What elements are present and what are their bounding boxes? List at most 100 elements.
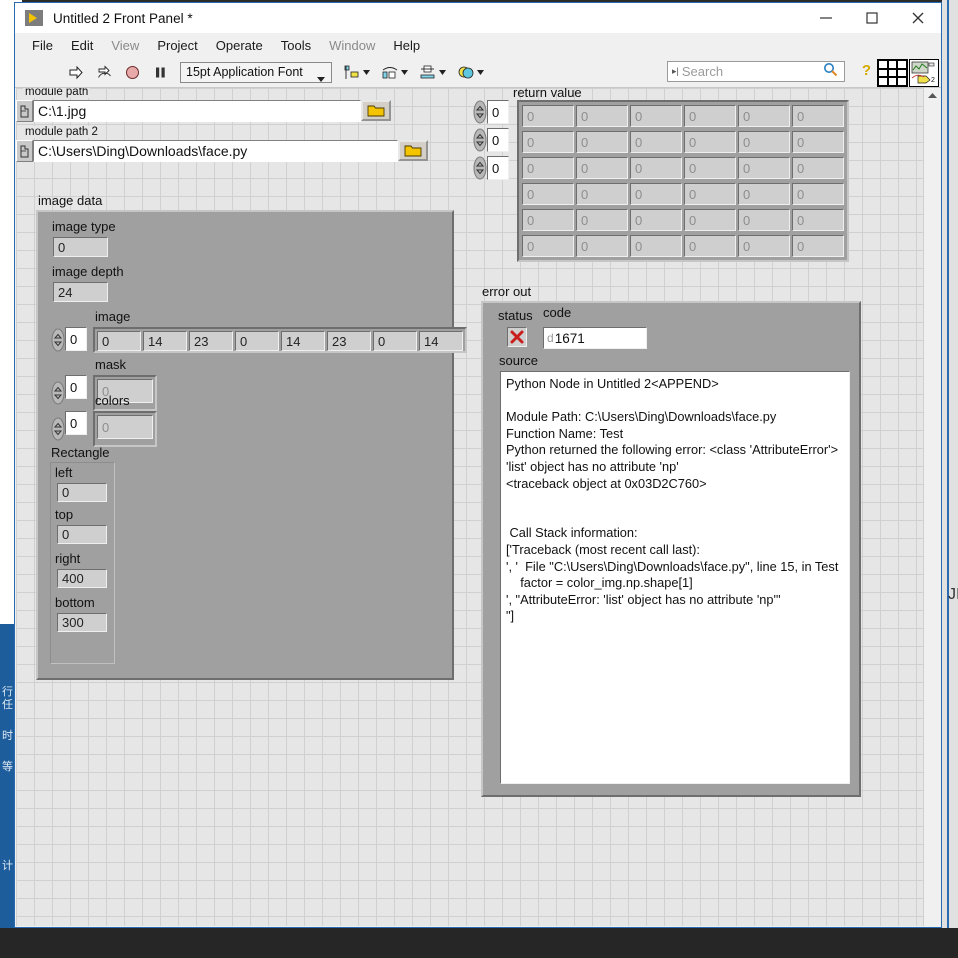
- chevron-down-icon: [477, 69, 484, 75]
- menu-project[interactable]: Project: [148, 36, 206, 55]
- return-value-cell: 0: [576, 131, 628, 153]
- image-array-index-value[interactable]: 0: [65, 327, 87, 351]
- image-array-label: image: [95, 309, 131, 324]
- menu-tools[interactable]: Tools: [272, 36, 320, 55]
- font-selector[interactable]: 15pt Application Font: [180, 61, 332, 85]
- error-x-icon: [510, 330, 524, 344]
- return-value-cell: 0: [684, 131, 736, 153]
- module-path-2-value[interactable]: C:\Users\Ding\Downloads\face.py: [33, 140, 398, 162]
- menu-help[interactable]: Help: [384, 36, 429, 55]
- return-value-index-value[interactable]: 0: [487, 100, 509, 124]
- toolbar: 15pt Application Font ▸| Search ? 2: [15, 57, 941, 88]
- module-path-value[interactable]: C:\1.jpg: [33, 100, 361, 122]
- colors-array-element: 0: [97, 415, 153, 439]
- minimize-button[interactable]: [803, 3, 849, 33]
- colors-array-control: 0 0: [50, 411, 157, 447]
- colors-array-index-stepper[interactable]: [50, 411, 65, 447]
- return-value-cell: 0: [738, 131, 790, 153]
- return-value-index-stepper[interactable]: [472, 156, 487, 180]
- context-help-icon[interactable]: ?: [862, 62, 871, 79]
- image-array-control: 0 0 14 23 0 14 23 0 14: [50, 327, 467, 353]
- colors-array-label: colors: [95, 393, 130, 408]
- return-value-cell: 0: [522, 235, 574, 257]
- error-out-label: error out: [482, 284, 532, 299]
- return-value-cell: 0: [630, 157, 682, 179]
- search-input[interactable]: ▸| Search: [667, 61, 845, 82]
- mask-array-index-value[interactable]: 0: [65, 375, 87, 399]
- magnifier-icon[interactable]: [823, 62, 844, 82]
- return-value-cell: 0: [630, 235, 682, 257]
- front-panel-vertical-scrollbar[interactable]: [923, 88, 940, 926]
- return-value-grid: 0 0 0 0 0 0 0 0 0 0 0 0 0 0 0 0 0 0 0 0 …: [517, 100, 849, 262]
- menu-edit[interactable]: Edit: [62, 36, 102, 55]
- scroll-up-arrow-icon[interactable]: [924, 88, 940, 104]
- align-objects-icon[interactable]: [342, 63, 361, 82]
- return-value-index-value[interactable]: 0: [487, 156, 509, 180]
- return-value-index-stepper[interactable]: [472, 100, 487, 124]
- run-arrow-icon[interactable]: [67, 63, 86, 82]
- rect-bottom-label: bottom: [55, 595, 95, 610]
- window-title: Untitled 2 Front Panel *: [53, 10, 193, 26]
- image-array-element: 0: [235, 331, 279, 351]
- rect-bottom-indicator: 300: [57, 613, 107, 632]
- background-window-right: [942, 0, 958, 928]
- return-value-row-index: 0: [472, 156, 509, 180]
- return-value-row-index: 0: [472, 128, 509, 152]
- distribute-objects-icon[interactable]: [380, 63, 399, 82]
- menu-window[interactable]: Window: [320, 36, 384, 55]
- image-array-element: 23: [189, 331, 233, 351]
- table-row: 0 0 0 0 0 0: [522, 105, 844, 131]
- search-dropdown-icon[interactable]: ▸|: [668, 66, 682, 77]
- error-status-indicator: [507, 327, 527, 347]
- align-objects-dropdown[interactable]: [342, 63, 370, 82]
- reorder-objects-icon[interactable]: [456, 63, 475, 82]
- error-code-radix: d: [547, 331, 554, 345]
- module-path-label: module path: [23, 88, 91, 98]
- rect-left-indicator: 0: [57, 483, 107, 502]
- return-value-index-value[interactable]: 0: [487, 128, 509, 152]
- return-value-cell: 0: [684, 235, 736, 257]
- colors-array-index-value[interactable]: 0: [65, 411, 87, 435]
- vi-icon[interactable]: 2: [908, 59, 939, 87]
- run-continuously-icon[interactable]: [95, 63, 114, 82]
- reorder-objects-dropdown[interactable]: [456, 63, 484, 82]
- menu-operate[interactable]: Operate: [207, 36, 272, 55]
- image-type-label: image type: [52, 219, 116, 234]
- close-button[interactable]: [895, 3, 941, 33]
- module-path-2-control[interactable]: C:\Users\Ding\Downloads\face.py: [16, 140, 398, 162]
- module-path-2-browse-button[interactable]: [398, 140, 428, 161]
- window-controls: [803, 3, 941, 33]
- return-value-cell: 0: [738, 105, 790, 127]
- connector-pane-icon[interactable]: [877, 59, 908, 87]
- return-value-cell: 0: [630, 209, 682, 231]
- distribute-objects-dropdown[interactable]: [380, 63, 408, 82]
- menu-file[interactable]: File: [23, 36, 62, 55]
- image-array-element: 0: [97, 331, 141, 351]
- error-source-indicator[interactable]: Python Node in Untitled 2<APPEND> Module…: [500, 371, 850, 784]
- rect-top-indicator: 0: [57, 525, 107, 544]
- return-value-cell: 0: [792, 209, 844, 231]
- connector-pane-group: 2: [877, 59, 939, 87]
- resize-objects-icon[interactable]: [418, 63, 437, 82]
- return-value-label: return value: [513, 88, 582, 100]
- mask-array-index-stepper[interactable]: [50, 375, 65, 411]
- pause-icon[interactable]: [151, 63, 170, 82]
- module-path-browse-button[interactable]: [361, 100, 391, 121]
- return-value-cell: 0: [576, 183, 628, 205]
- return-value-cell: 0: [576, 235, 628, 257]
- resize-objects-dropdown[interactable]: [418, 63, 446, 82]
- abort-execution-icon[interactable]: [123, 63, 142, 82]
- chevron-down-icon: [317, 71, 325, 85]
- maximize-button[interactable]: [849, 3, 895, 33]
- rect-right-label: right: [55, 551, 81, 566]
- return-value-index-stepper[interactable]: [472, 128, 487, 152]
- menu-view[interactable]: View: [102, 36, 148, 55]
- module-path-control[interactable]: C:\1.jpg: [16, 100, 361, 122]
- chevron-down-icon: [401, 69, 408, 75]
- image-array-element: 14: [419, 331, 463, 351]
- image-array-index-stepper[interactable]: [50, 327, 65, 353]
- return-value-cell: 0: [576, 209, 628, 231]
- table-row: 0 0 0 0 0 0: [522, 235, 844, 257]
- labview-app-icon: [25, 10, 43, 26]
- image-data-label: image data: [38, 193, 103, 208]
